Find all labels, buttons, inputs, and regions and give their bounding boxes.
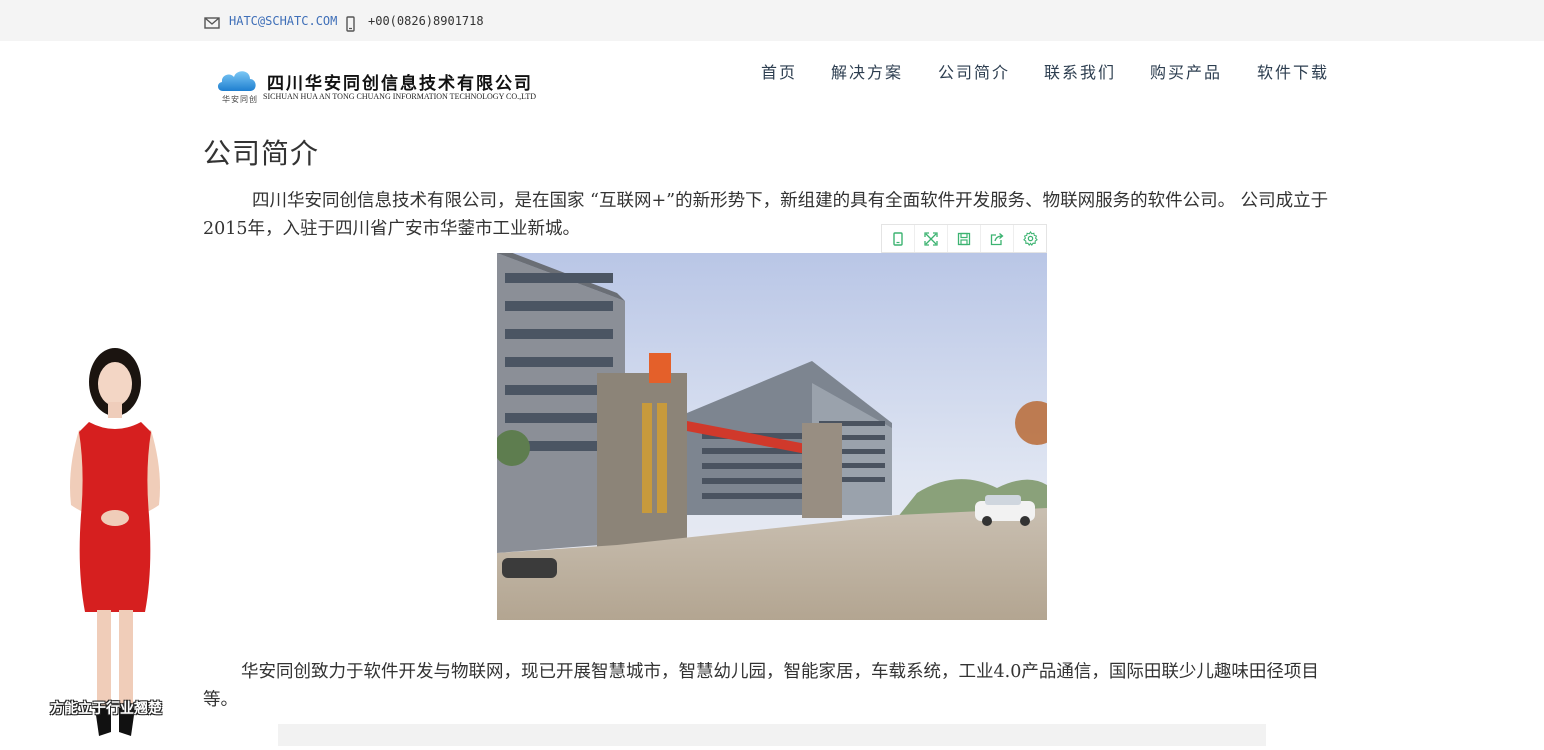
email-link[interactable]: HATC@SCHATC.COM [229, 14, 337, 28]
nav-download[interactable]: 软件下载 [1257, 59, 1329, 83]
mail-icon [204, 17, 220, 29]
nav-contact[interactable]: 联系我们 [1044, 59, 1116, 83]
share-icon[interactable] [981, 225, 1014, 252]
nav-solutions[interactable]: 解决方案 [831, 59, 903, 83]
fullscreen-icon[interactable] [915, 225, 948, 252]
cloud-logo-icon [217, 71, 256, 91]
content-block [278, 724, 1266, 746]
top-contact-bar: HATC@SCHATC.COM +00(0826)8901718 [0, 0, 1544, 41]
virtual-assistant-avatar[interactable] [45, 340, 185, 746]
company-building-photo [497, 253, 1047, 620]
site-header: 华安同创 四川华安同创信息技术有限公司 SICHUAN HUA AN TONG … [0, 41, 1544, 121]
company-logo[interactable]: 华安同创 四川华安同创信息技术有限公司 SICHUAN HUA AN TONG … [215, 65, 560, 105]
business-paragraph: 华安同创致力于软件开发与物联网，现已开展智慧城市，智慧幼儿园，智能家居，车载系统… [203, 662, 1319, 710]
nav-buy[interactable]: 购买产品 [1150, 59, 1222, 83]
save-icon[interactable] [948, 225, 981, 252]
company-name-cn: 四川华安同创信息技术有限公司 [267, 74, 533, 94]
mobile-phone-icon [346, 16, 355, 32]
settings-icon[interactable] [1014, 225, 1046, 252]
logo-badge-text: 华安同创 [222, 95, 258, 104]
avatar-caption: 方能立于行业翘楚 [50, 701, 162, 717]
page-title: 公司简介 [203, 137, 320, 170]
image-toolbar [881, 224, 1047, 253]
nav-about[interactable]: 公司简介 [938, 59, 1010, 83]
intro-paragraph: 四川华安同创信息技术有限公司，是在国家 “互联网+”的新形势下，新组建的具有全面… [203, 191, 1329, 239]
company-name-en: SICHUAN HUA AN TONG CHUANG INFORMATION T… [263, 92, 536, 101]
copy-icon[interactable] [882, 225, 915, 252]
nav-home[interactable]: 首页 [761, 59, 797, 83]
phone-number: +00(0826)8901718 [368, 14, 484, 28]
